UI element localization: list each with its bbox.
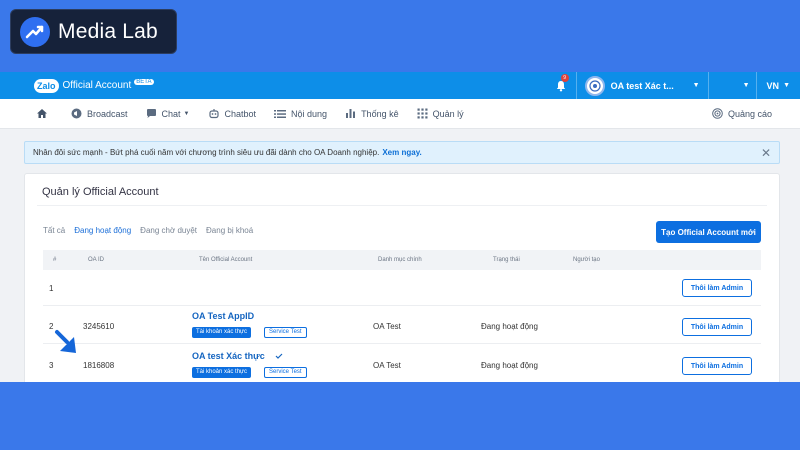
nav-stats[interactable]: Thống kê: [345, 108, 399, 119]
leave-admin-button[interactable]: Thôi làm Admin: [682, 357, 752, 375]
filter-locked[interactable]: Đang bị khoá: [206, 226, 253, 235]
nav-ads[interactable]: Quảng cáo: [712, 108, 772, 119]
oa-category: OA Test: [373, 322, 401, 331]
media-lab-badge: Media Lab: [10, 9, 177, 54]
nav-content-label: Nội dung: [291, 108, 328, 119]
account-name: OA test Xác t...: [610, 80, 674, 91]
row-number: 3: [49, 361, 54, 370]
verified-tag: Tài khoản xác thực: [192, 327, 252, 338]
create-oa-button[interactable]: Tạo Official Account mới: [656, 221, 761, 243]
leave-admin-button[interactable]: Thôi làm Admin: [682, 279, 752, 297]
language-label: VN: [766, 80, 780, 91]
notification-button[interactable]: 9: [547, 72, 577, 99]
beta-badge: BETA: [134, 78, 154, 85]
col-oa-name: Tên Official Account: [199, 257, 253, 263]
nav-chat[interactable]: Chat ▼: [146, 108, 190, 119]
close-icon[interactable]: ✕: [761, 146, 771, 160]
chat-icon: [146, 109, 156, 118]
nav-broadcast-label: Broadcast: [87, 108, 128, 119]
col-oa-id: OA ID: [88, 257, 105, 263]
nav-ads-label: Quảng cáo: [727, 108, 772, 119]
media-lab-label: Media Lab: [58, 19, 158, 43]
oa-id: 1816808: [83, 361, 115, 370]
logo-text: Official Account: [62, 80, 132, 91]
col-category: Danh mục chính: [378, 257, 422, 263]
nav-broadcast[interactable]: Broadcast: [71, 108, 128, 119]
divider: [37, 205, 767, 206]
table-row: 2 3245610 OA Test AppID Tài khoản xác th…: [43, 306, 761, 344]
nav-home[interactable]: [36, 108, 53, 119]
nav-manage-label: Quản lý: [432, 108, 464, 119]
broadcast-icon: [71, 108, 82, 119]
oa-avatar: [584, 75, 605, 96]
table-row: 3 1816808 OA test Xác thực Tài khoản xác…: [43, 344, 761, 382]
notice-text: Nhân đôi sức mạnh - Bứt phá cuối năm với…: [33, 148, 380, 157]
target-icon: [712, 108, 723, 119]
app-window: Zalo Official Account BETA 9 OA test Xác…: [0, 72, 800, 382]
grid-icon: [417, 108, 428, 119]
nav-chat-label: Chat: [161, 108, 181, 119]
oa-status: Đang hoạt động: [481, 361, 538, 370]
zalo-oa-logo[interactable]: Zalo Official Account BETA: [34, 78, 154, 93]
oa-category: OA Test: [373, 361, 401, 370]
table-row: 1 Thôi làm Admin: [43, 270, 761, 306]
nav-manage[interactable]: Quản lý: [417, 108, 464, 119]
filter-active[interactable]: Đang hoạt động: [74, 226, 131, 235]
nav-chatbot[interactable]: Chatbot: [208, 108, 257, 119]
notification-count: 9: [560, 74, 569, 82]
verified-tag: Tài khoản xác thực: [192, 367, 252, 378]
chevron-down-icon: ▼: [783, 82, 790, 89]
nav-content[interactable]: Nội dung: [274, 109, 327, 119]
bar-chart-icon: [346, 109, 356, 118]
zalo-logo-mark: Zalo: [34, 78, 59, 93]
service-tag: Service Test: [264, 367, 307, 378]
nav-stats-label: Thống kê: [361, 108, 399, 119]
service-tag: Service Test: [264, 327, 307, 338]
verified-check-icon: [275, 352, 283, 361]
leave-admin-button[interactable]: Thôi làm Admin: [682, 318, 752, 336]
chevron-down-icon: ▼: [692, 82, 700, 89]
card-title: Quản lý Official Account: [42, 186, 159, 198]
row-number: 1: [49, 284, 54, 293]
oa-name-link[interactable]: OA test Xác thực: [192, 351, 265, 361]
table-header: # OA ID Tên Official Account Danh mục ch…: [43, 250, 761, 270]
col-status: Trạng thái: [493, 257, 520, 263]
row-number: 2: [49, 322, 54, 331]
home-icon: [37, 109, 47, 118]
main-nav: Broadcast Chat ▼ Chatbot Nội dung Thống …: [0, 99, 800, 129]
list-icon: [274, 109, 287, 118]
notice-link[interactable]: Xem ngay.: [382, 148, 421, 157]
secondary-dropdown[interactable]: ▼: [709, 72, 757, 99]
promo-notice: Nhân đôi sức mạnh - Bứt phá cuối năm với…: [24, 141, 780, 164]
oa-name-link[interactable]: OA Test AppID: [192, 311, 254, 321]
col-creator: Người tạo: [573, 257, 600, 263]
pointer-arrow-icon: [55, 330, 76, 353]
top-bar: Zalo Official Account BETA 9 OA test Xác…: [0, 72, 800, 99]
robot-icon: [208, 109, 219, 119]
col-number: #: [53, 257, 57, 263]
account-switcher[interactable]: OA test Xác t... ▼: [577, 72, 709, 99]
language-selector[interactable]: VN ▼: [757, 81, 790, 91]
oa-management-card: Quản lý Official Account Tất cả Đang hoạ…: [24, 173, 780, 382]
nav-chatbot-label: Chatbot: [224, 108, 257, 119]
chevron-down-icon: ▼: [183, 110, 190, 117]
oa-status: Đang hoạt động: [481, 322, 538, 331]
oa-id: 3245610: [83, 322, 115, 331]
filter-pending[interactable]: Đang chờ duyệt: [140, 226, 197, 235]
chevron-down-icon: ▼: [742, 82, 750, 89]
trend-up-icon: [20, 16, 50, 47]
status-filters: Tất cả Đang hoạt động Đang chờ duyệt Đan…: [43, 226, 262, 235]
filter-all[interactable]: Tất cả: [43, 226, 65, 235]
